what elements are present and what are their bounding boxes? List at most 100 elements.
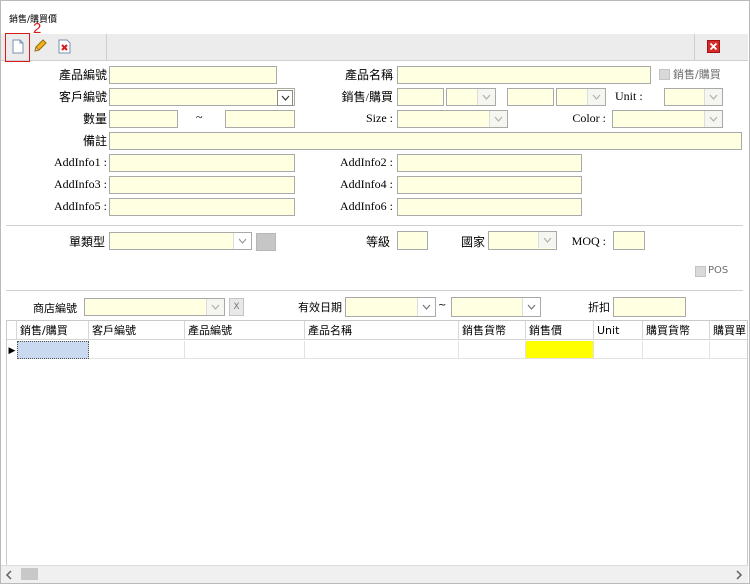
addinfo1-label: AddInfo1 : [54,155,107,169]
grade-input[interactable] [397,231,428,250]
toolbar-separator [694,34,695,60]
addinfo6-label: AddInfo6 : [340,199,393,213]
grid-cell[interactable] [594,341,643,359]
grid-column-header[interactable]: 產品名稱 [305,321,459,340]
valid-date-to[interactable] [451,297,541,317]
addinfo4-input[interactable] [397,176,582,194]
addinfo2-label: AddInfo2 : [340,155,393,169]
country-label: 國家 [460,235,485,249]
size-combo[interactable] [397,110,508,128]
size-label: Size : [366,111,393,125]
chevron-down-icon[interactable] [233,233,251,249]
remark-input[interactable] [109,132,742,150]
addinfo1-input[interactable] [109,154,295,172]
sale-purchase-combo-2[interactable] [556,88,606,106]
quantity-tilde: ~ [196,110,203,124]
country-combo[interactable] [488,231,557,250]
addinfo6-input[interactable] [397,198,582,216]
doc-type-button[interactable] [256,233,276,251]
grid-cell-selected[interactable] [17,341,89,359]
addinfo5-input[interactable] [109,198,295,216]
grid-column-header[interactable]: 銷售價 [526,321,594,340]
customer-code-label: 客戶編號 [58,90,107,104]
discount-label: 折扣 [588,301,610,314]
toolbar [1,34,748,61]
horizontal-scrollbar[interactable] [1,565,748,583]
shop-code-label: 商店編號 [33,302,77,315]
annotation-box [5,33,30,62]
grid-cell[interactable] [305,341,459,359]
valid-date-label: 有效日期 [298,301,342,314]
chevron-down-icon[interactable] [206,299,224,315]
grid-column-header[interactable]: 客戶編號 [89,321,185,340]
delete-icon[interactable] [56,37,74,55]
grid-column-header[interactable]: 購買貨幣 [643,321,710,340]
quantity-from-input[interactable] [109,110,178,128]
grid-column-header[interactable]: 購買單 [710,321,747,340]
valid-date-from[interactable] [345,297,436,317]
color-label: Color : [572,111,606,125]
chevron-down-icon[interactable] [417,298,435,316]
sale-purchase-checkbox[interactable] [659,69,670,80]
chevron-down-icon[interactable] [277,90,293,106]
grid-column-header[interactable]: 產品編號 [185,321,305,340]
toolbar-separator [106,34,107,60]
grid-cell[interactable] [185,341,305,359]
chevron-down-icon[interactable] [704,111,722,127]
addinfo3-label: AddInfo3 : [54,177,107,191]
product-code-input[interactable] [109,66,277,84]
product-code-label: 產品編號 [58,68,107,82]
sale-purchase-check-label: 銷售/購買 [673,68,721,81]
grid-corner-header [7,321,17,340]
shop-code-combo[interactable] [84,298,225,316]
addinfo5-label: AddInfo5 : [54,199,107,213]
row-indicator-icon: ▶ [8,345,16,355]
addinfo4-label: AddInfo4 : [340,177,393,191]
sale-purchase-input-2[interactable] [507,88,554,106]
customer-code-combo[interactable] [109,88,295,106]
grid-column-header[interactable]: 銷售貨幣 [459,321,526,340]
moq-label: MOQ : [571,234,606,248]
scroll-left-icon[interactable] [5,569,13,580]
annotation-number: 2 [33,20,42,37]
chevron-down-icon[interactable] [538,232,556,248]
section-divider [6,290,743,291]
grid-cell[interactable] [459,341,526,359]
discount-input[interactable] [613,297,686,317]
grid-cell-sale-price[interactable] [526,341,594,359]
chevron-down-icon[interactable] [704,89,722,105]
grid-column-header[interactable]: 銷售/購買 [17,321,89,340]
quantity-to-input[interactable] [225,110,295,128]
addinfo3-input[interactable] [109,176,295,194]
grid-column-header[interactable]: Unit [594,321,643,340]
sale-purchase-label: 銷售/購買 [341,90,393,104]
grid-cell[interactable] [89,341,185,359]
grid-cell[interactable] [710,341,747,359]
sale-purchase-input-1[interactable] [397,88,444,106]
remark-label: 備註 [82,134,107,148]
data-grid[interactable]: 銷售/購買 客戶編號 產品編號 產品名稱 銷售貨幣 銷售價 Unit 購買貨幣 … [6,320,748,566]
chevron-down-icon[interactable] [477,89,495,105]
chevron-down-icon[interactable] [587,89,605,105]
scroll-thumb[interactable] [21,568,38,580]
doc-type-combo[interactable] [109,232,252,250]
color-combo[interactable] [612,110,723,128]
close-red-icon[interactable] [704,37,722,55]
product-name-input[interactable] [397,66,651,84]
addinfo2-input[interactable] [397,154,582,172]
sale-purchase-combo-1[interactable] [446,88,496,106]
valid-date-tilde: ~ [438,300,447,311]
unit-label: Unit : [615,89,643,103]
grid-cell[interactable] [643,341,710,359]
chevron-down-icon[interactable] [489,111,507,127]
shop-clear-button[interactable]: X [229,298,244,316]
chevron-down-icon[interactable] [522,298,540,316]
pencil-icon[interactable] [31,37,49,55]
pos-label: POS [708,265,729,276]
pos-checkbox[interactable] [695,266,706,277]
unit-combo[interactable] [664,88,723,106]
product-name-label: 產品名稱 [344,68,393,82]
grade-label: 等級 [365,235,390,249]
scroll-right-icon[interactable] [735,569,743,580]
moq-input[interactable] [613,231,645,250]
